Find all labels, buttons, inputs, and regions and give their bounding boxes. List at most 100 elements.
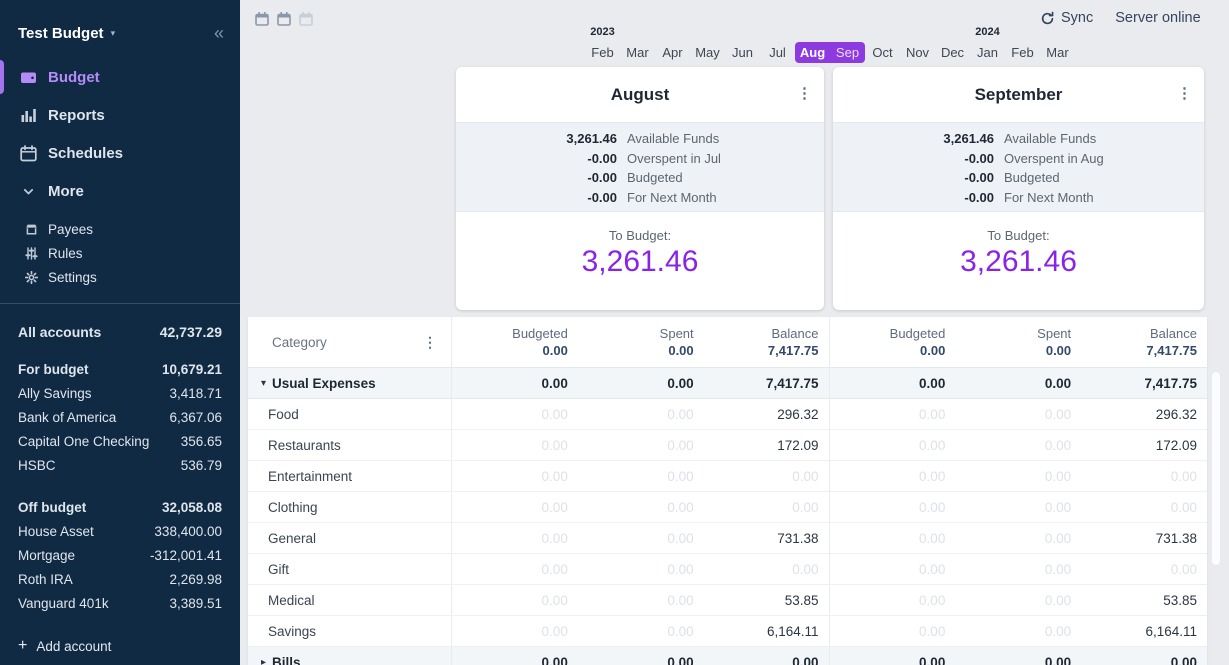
budgeted-cell[interactable]: 0.00	[830, 368, 956, 398]
balance-cell[interactable]: 296.32	[1081, 399, 1207, 429]
budgeted-cell[interactable]: 0.00	[452, 585, 578, 615]
budgeted-cell[interactable]: 0.00	[452, 368, 578, 398]
balance-cell[interactable]: 0.00	[704, 461, 830, 491]
budgeted-cell[interactable]: 0.00	[452, 616, 578, 646]
month-tab[interactable]: May	[690, 42, 725, 63]
spent-cell[interactable]: 0.00	[955, 368, 1081, 398]
month-tab[interactable]: Jun	[725, 42, 760, 63]
category-name[interactable]: General	[248, 523, 452, 553]
category-group-name-cell[interactable]: ▸ Bills	[248, 647, 452, 665]
balance-cell[interactable]: 172.09	[704, 430, 830, 460]
balance-cell[interactable]: 0.00	[704, 554, 830, 584]
balance-cell[interactable]: 296.32	[704, 399, 830, 429]
category-group-name-cell[interactable]: ▾ Usual Expenses	[248, 368, 452, 398]
column-header-budgeted[interactable]: Budgeted0.00	[830, 317, 956, 367]
collapse-sidebar-icon[interactable]: «	[214, 24, 224, 42]
off-budget-row[interactable]: Off budget 32,058.08	[18, 496, 222, 520]
sidebar-item-settings[interactable]: Settings	[0, 265, 240, 289]
balance-cell[interactable]: 53.85	[1081, 585, 1207, 615]
month-tab[interactable]: Mar	[620, 42, 655, 63]
month-tab[interactable]: Mar	[1040, 42, 1075, 63]
budgeted-cell[interactable]: 0.00	[452, 399, 578, 429]
spent-cell[interactable]: 0.00	[955, 616, 1081, 646]
balance-cell[interactable]: 7,417.75	[1081, 368, 1207, 398]
spent-cell[interactable]: 0.00	[578, 585, 704, 615]
sidebar-item-rules[interactable]: Rules	[0, 241, 240, 265]
column-header-balance[interactable]: Balance7,417.75	[1081, 317, 1207, 367]
expand-collapse-icon[interactable]: ▸	[261, 657, 266, 665]
expand-collapse-icon[interactable]: ▾	[261, 378, 266, 389]
spent-cell[interactable]: 0.00	[955, 430, 1081, 460]
month-tab[interactable]: Oct	[865, 42, 900, 63]
balance-cell[interactable]: 0.00	[704, 492, 830, 522]
column-header-budgeted[interactable]: Budgeted0.00	[452, 317, 578, 367]
month-tab-selected[interactable]: Aug	[795, 42, 830, 63]
add-account-button[interactable]: + Add account	[18, 634, 222, 658]
show-2-months-button[interactable]	[275, 10, 293, 28]
category-name[interactable]: Entertainment	[248, 461, 452, 491]
category-name[interactable]: Savings	[248, 616, 452, 646]
spent-cell[interactable]: 0.00	[955, 399, 1081, 429]
spent-cell[interactable]: 0.00	[955, 647, 1081, 665]
account-row[interactable]: Mortgage -312,001.41	[18, 544, 222, 568]
spent-cell[interactable]: 0.00	[578, 647, 704, 665]
budget-dropdown-caret-icon[interactable]: ▾	[111, 28, 116, 39]
budgeted-cell[interactable]: 0.00	[452, 554, 578, 584]
budgeted-cell[interactable]: 0.00	[830, 492, 956, 522]
sync-button[interactable]: Sync	[1040, 10, 1093, 26]
sidebar-item-budget[interactable]: Budget	[0, 58, 240, 96]
balance-cell[interactable]: 0.00	[1081, 492, 1207, 522]
budgeted-cell[interactable]: 0.00	[830, 554, 956, 584]
budgeted-cell[interactable]: 0.00	[830, 430, 956, 460]
to-budget-amount[interactable]: 3,261.46	[833, 245, 1204, 279]
balance-cell[interactable]: 53.85	[704, 585, 830, 615]
month-tab[interactable]: Jan	[970, 42, 1005, 63]
budgeted-cell[interactable]: 0.00	[452, 430, 578, 460]
spent-cell[interactable]: 0.00	[578, 492, 704, 522]
balance-cell[interactable]: 731.38	[704, 523, 830, 553]
sidebar-item-reports[interactable]: Reports	[0, 96, 240, 134]
balance-cell[interactable]: 0.00	[704, 647, 830, 665]
month-tab[interactable]: Feb	[585, 42, 620, 63]
spent-cell[interactable]: 0.00	[578, 616, 704, 646]
month-tab[interactable]: Dec	[935, 42, 970, 63]
show-3-months-button[interactable]	[297, 10, 315, 28]
spent-cell[interactable]: 0.00	[578, 461, 704, 491]
balance-cell[interactable]: 0.00	[1081, 461, 1207, 491]
month-tab[interactable]: Nov	[900, 42, 935, 63]
budgeted-cell[interactable]: 0.00	[452, 647, 578, 665]
spent-cell[interactable]: 0.00	[578, 368, 704, 398]
budgeted-cell[interactable]: 0.00	[452, 523, 578, 553]
budgeted-cell[interactable]: 0.00	[830, 399, 956, 429]
spent-cell[interactable]: 0.00	[578, 430, 704, 460]
scrollbar-thumb[interactable]	[1211, 371, 1221, 566]
category-name[interactable]: Restaurants	[248, 430, 452, 460]
column-header-spent[interactable]: Spent0.00	[578, 317, 704, 367]
category-name[interactable]: Medical	[248, 585, 452, 615]
month-tab[interactable]: Jul	[760, 42, 795, 63]
balance-cell[interactable]: 0.00	[1081, 554, 1207, 584]
sidebar-item-schedules[interactable]: Schedules	[0, 134, 240, 172]
budgeted-cell[interactable]: 0.00	[452, 492, 578, 522]
account-row[interactable]: Vanguard 401k 3,389.51	[18, 592, 222, 616]
budgeted-cell[interactable]: 0.00	[452, 461, 578, 491]
category-group-name[interactable]: Usual Expenses	[272, 376, 376, 391]
month-menu-icon[interactable]: ⋮	[797, 84, 812, 104]
account-row[interactable]: Ally Savings 3,418.71	[18, 382, 222, 406]
spent-cell[interactable]: 0.00	[955, 492, 1081, 522]
to-budget-amount[interactable]: 3,261.46	[456, 245, 824, 279]
spent-cell[interactable]: 0.00	[578, 399, 704, 429]
budgeted-cell[interactable]: 0.00	[830, 616, 956, 646]
for-budget-row[interactable]: For budget 10,679.21	[18, 358, 222, 382]
budgeted-cell[interactable]: 0.00	[830, 461, 956, 491]
month-tab[interactable]: Apr	[655, 42, 690, 63]
month-menu-icon[interactable]: ⋮	[1177, 84, 1192, 104]
account-row[interactable]: Bank of America 6,367.06	[18, 406, 222, 430]
month-tab[interactable]: Feb	[1005, 42, 1040, 63]
category-name[interactable]: Food	[248, 399, 452, 429]
account-row[interactable]: Capital One Checking 356.65	[18, 430, 222, 454]
balance-cell[interactable]: 7,417.75	[704, 368, 830, 398]
balance-cell[interactable]: 731.38	[1081, 523, 1207, 553]
balance-cell[interactable]: 172.09	[1081, 430, 1207, 460]
budgeted-cell[interactable]: 0.00	[830, 647, 956, 665]
